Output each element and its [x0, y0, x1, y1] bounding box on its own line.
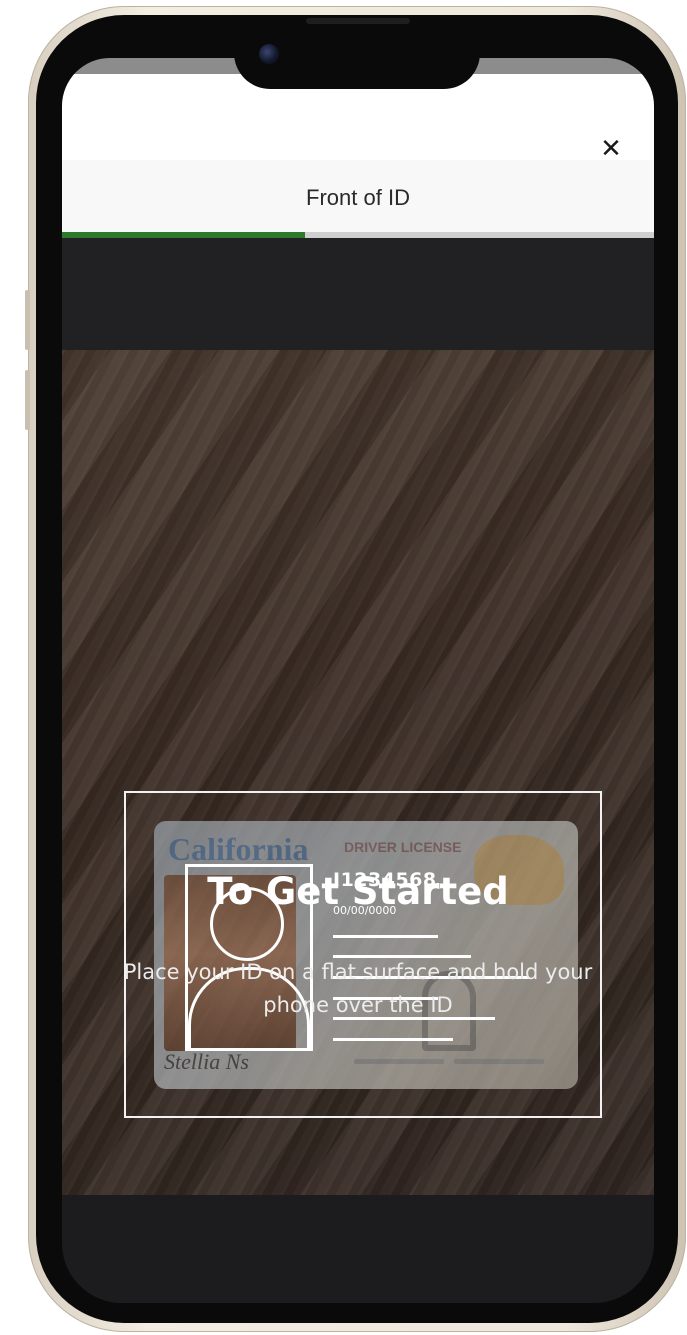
card-signature: Stellia Ns	[164, 1049, 249, 1074]
id-capture-frame: California DRIVER LICENSE Stellia Ns I12…	[124, 791, 602, 1118]
instruction-band	[62, 238, 654, 350]
phone-screen: ✕ Front of ID California DRIVER LICENSE …	[62, 58, 654, 1303]
text-placeholder-line	[333, 935, 438, 938]
camera-preview: California DRIVER LICENSE Stellia Ns I12…	[62, 350, 654, 1195]
instruction-text: Place your ID on a flat surface and hold…	[123, 960, 593, 1017]
heading: To Get Started	[207, 870, 509, 913]
speaker-grille	[306, 18, 410, 24]
phone-side-button	[25, 290, 30, 350]
page-title: Front of ID	[306, 185, 410, 210]
card-text-line	[454, 1059, 544, 1064]
card-state-label: California	[168, 831, 309, 867]
text-placeholder-line	[333, 1038, 453, 1041]
phone-side-button	[25, 370, 30, 430]
card-type-label: DRIVER LICENSE	[344, 839, 462, 855]
page-header: Front of ID	[62, 160, 654, 232]
bottom-band	[62, 1195, 654, 1303]
card-text-line	[354, 1059, 444, 1064]
camera-icon	[259, 44, 279, 64]
